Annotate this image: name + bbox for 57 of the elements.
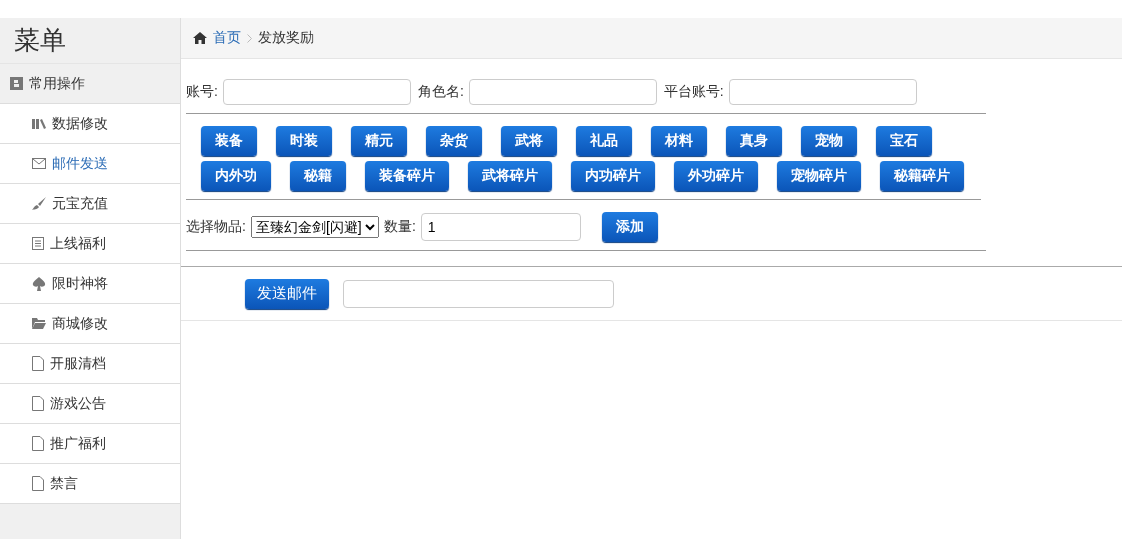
menu-item[interactable]: 元宝充值 xyxy=(0,184,180,224)
category-button[interactable]: 宝石 xyxy=(876,126,932,156)
menu-item[interactable]: 游戏公告 xyxy=(0,384,180,424)
category-button[interactable]: 内功碎片 xyxy=(571,161,655,191)
category-button[interactable]: 秘籍碎片 xyxy=(880,161,964,191)
input-field[interactable] xyxy=(343,279,614,308)
add-button[interactable]: 添加 xyxy=(601,212,658,242)
quantity-field[interactable]: 1 xyxy=(420,213,581,241)
chevron-icon xyxy=(247,33,252,43)
menu-item[interactable]: 商城修改 xyxy=(0,304,180,344)
file-icon xyxy=(32,396,44,411)
input-field[interactable] xyxy=(468,79,657,105)
field-label: 角色名: xyxy=(417,83,464,101)
category-button[interactable]: 真身 xyxy=(726,126,782,156)
menu-item[interactable]: 推广福利 xyxy=(0,424,180,464)
input-field[interactable] xyxy=(728,79,917,105)
category-button[interactable]: 武将碎片 xyxy=(468,161,552,191)
send-mail-button[interactable]: 发送邮件 xyxy=(245,278,329,309)
list-icon xyxy=(32,237,44,250)
quantity-label: 数量: xyxy=(383,218,416,236)
field-label: 平台账号: xyxy=(663,83,724,101)
category-button[interactable]: 礼品 xyxy=(576,126,632,156)
mail-icon xyxy=(32,158,46,169)
item-label: 选择物品: xyxy=(186,218,246,236)
file-icon xyxy=(32,356,44,371)
category-button[interactable]: 宠物碎片 xyxy=(777,161,861,191)
menu-item[interactable]: 开服清档 xyxy=(0,344,180,384)
folder-icon xyxy=(32,318,46,329)
category-button[interactable]: 内外功 xyxy=(201,161,271,191)
category-button[interactable]: 武将 xyxy=(501,126,557,156)
category-button[interactable]: 外功碎片 xyxy=(674,161,758,191)
menu-item[interactable]: 限时神将 xyxy=(0,264,180,304)
category-button[interactable]: 材料 xyxy=(651,126,707,156)
breadcrumb-current: 发放奖励 xyxy=(258,29,314,47)
home-icon xyxy=(193,32,207,44)
section-icon xyxy=(10,77,23,90)
menu-item[interactable]: 禁言 xyxy=(0,464,180,504)
item-select[interactable]: 至臻幻金剑[闪避] xyxy=(250,216,379,238)
books-icon xyxy=(32,118,46,129)
category-button[interactable]: 精元 xyxy=(351,126,407,156)
category-button[interactable]: 装备 xyxy=(201,126,257,156)
input-field[interactable] xyxy=(222,79,411,105)
menu-item[interactable]: 邮件发送 xyxy=(0,144,180,184)
menu-item[interactable]: 数据修改 xyxy=(0,104,180,144)
file-icon xyxy=(32,476,44,491)
home-link[interactable]: 首页 xyxy=(213,29,241,47)
menu-item[interactable]: 上线福利 xyxy=(0,224,180,264)
brush-icon xyxy=(32,197,46,210)
category-button[interactable]: 杂货 xyxy=(426,126,482,156)
category-button[interactable]: 秘籍 xyxy=(290,161,346,191)
file-icon xyxy=(32,436,44,451)
category-button[interactable]: 时装 xyxy=(276,126,332,156)
menu-title: 菜单 xyxy=(0,18,180,64)
category-button[interactable]: 宠物 xyxy=(801,126,857,156)
spade-icon xyxy=(32,276,46,291)
category-button[interactable]: 装备碎片 xyxy=(365,161,449,191)
field-label: 账号: xyxy=(186,83,218,101)
